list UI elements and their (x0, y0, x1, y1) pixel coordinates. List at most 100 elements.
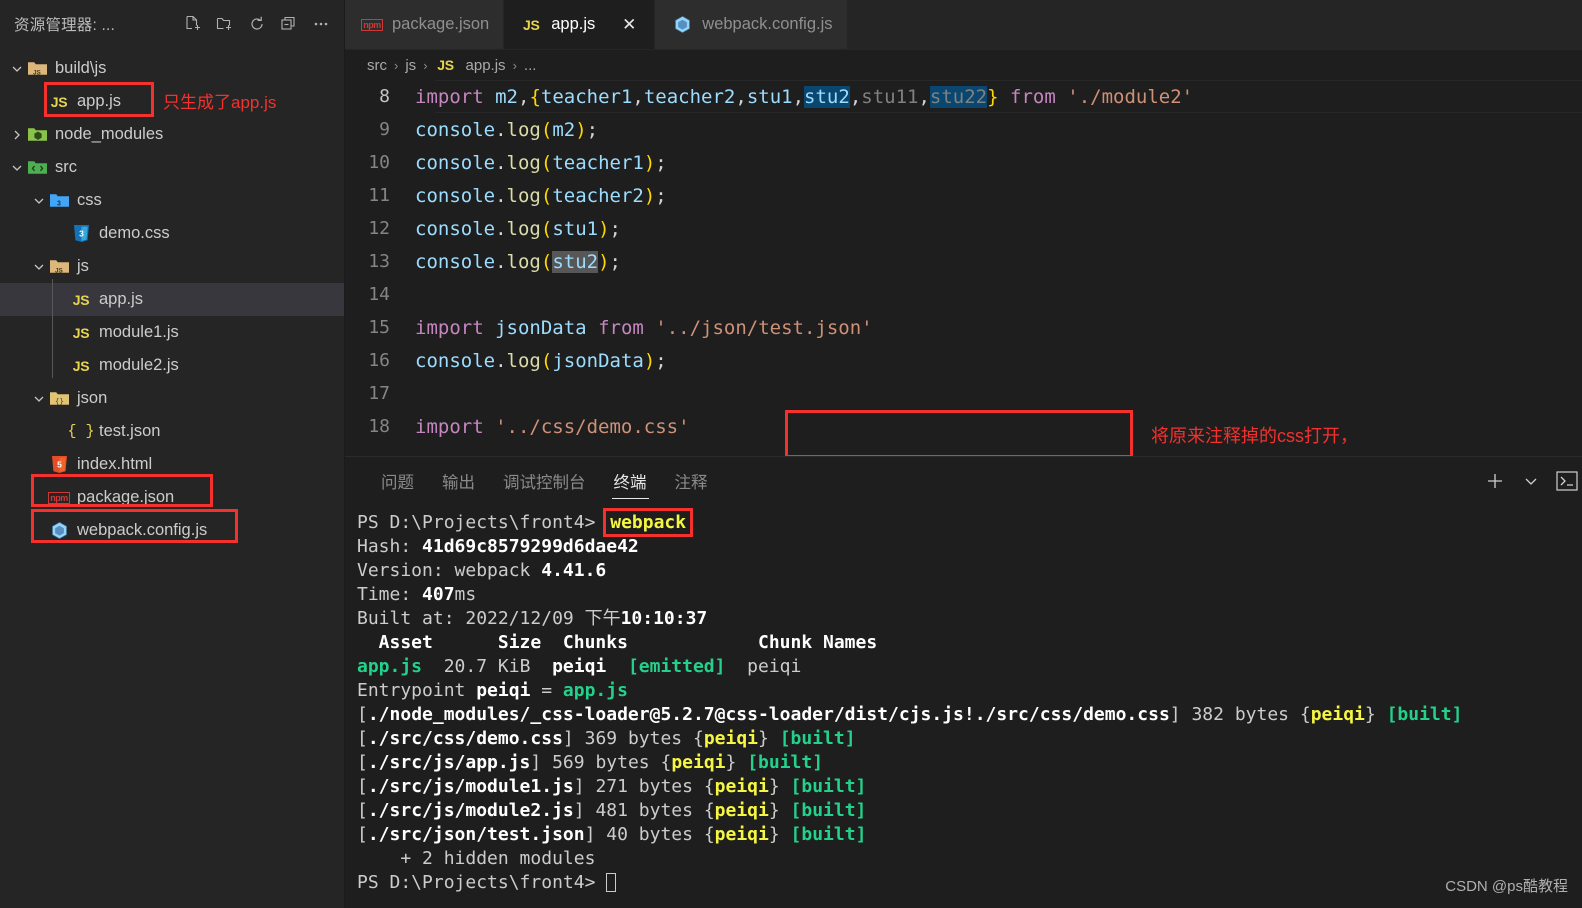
tree-item-css[interactable]: 3 css (0, 184, 344, 217)
close-icon[interactable]: ✕ (618, 14, 640, 36)
chevron-down-icon[interactable] (8, 151, 26, 184)
new-folder-icon[interactable] (216, 15, 234, 33)
panel-tab-4[interactable]: 注释 (661, 457, 722, 505)
folder-json-icon: {} (48, 389, 70, 409)
terminal-text: PS D:\Projects\front4> (357, 512, 607, 533)
chevron-down-icon[interactable] (30, 250, 48, 283)
terminal-line-hash: Hash: 41d69c8579299d6dae42 (357, 535, 1582, 559)
terminal-line-version: Version: webpack 4.41.6 (357, 559, 1582, 583)
breadcrumb-item-js[interactable]: js (405, 57, 416, 74)
code-token: ) (598, 250, 610, 273)
new-file-icon[interactable] (184, 15, 202, 33)
collapse-all-icon[interactable] (280, 15, 298, 33)
svg-text:JS: JS (33, 70, 42, 77)
terminal-text: 407 (422, 584, 455, 605)
tree-item-index-html[interactable]: 5 index.html (0, 448, 344, 481)
code-token: '../json/test.json' (655, 316, 873, 339)
tree-item-src[interactable]: src (0, 151, 344, 184)
terminal-text: peiqi (476, 680, 531, 701)
terminal-text: ] (530, 752, 553, 773)
code-token: console (415, 349, 496, 372)
tree-item-demo-css[interactable]: 3 demo.css (0, 217, 344, 250)
code-token: from (1010, 85, 1056, 108)
terminal-text: [ (357, 776, 368, 797)
chevron-down-icon[interactable] (30, 382, 48, 415)
code-token: ) (598, 217, 610, 240)
chevron-down-icon[interactable] (8, 52, 26, 85)
code-token: ( (540, 217, 553, 240)
code-token: ) (643, 184, 656, 207)
terminal-line-time: Time: 407ms (357, 583, 1582, 607)
tree-item-node_modules[interactable]: node_modules (0, 118, 344, 151)
tree-item-json[interactable]: {} json (0, 382, 344, 415)
chevron-down-icon[interactable] (30, 184, 48, 217)
terminal-text: [built] (779, 728, 856, 749)
svg-text:3: 3 (57, 201, 61, 208)
code-token: teacher1 (552, 151, 644, 174)
explorer-sidebar: 资源管理器: ... JS build\js JS app.js node_mo… (0, 0, 345, 908)
code-token: import (415, 85, 484, 108)
terminal-line-table-header: Asset Size Chunks Chunk Names (357, 631, 1582, 655)
code-token: ; (609, 250, 621, 273)
more-actions-icon[interactable] (312, 15, 330, 33)
line-number: 12 (368, 218, 390, 239)
panel-tab-1[interactable]: 输出 (428, 457, 489, 505)
terminal-shell-icon[interactable] (1556, 470, 1578, 492)
panel-tab-2[interactable]: 调试控制台 (489, 457, 600, 505)
folder-node-icon (26, 125, 48, 145)
refresh-icon[interactable] (248, 15, 266, 33)
tree-item-label: module2.js (99, 356, 179, 374)
tree-item-webpack-config-js[interactable]: webpack.config.js (0, 514, 344, 547)
terminal-output[interactable]: PS D:\Projects\front4> webpack Hash: 41d6… (345, 505, 1582, 908)
terminal-text: { (1299, 704, 1311, 725)
editor-tab-label: package.json (392, 15, 490, 33)
new-terminal-icon[interactable] (1484, 470, 1506, 492)
editor-tab-package-json[interactable]: npm package.json (345, 0, 505, 49)
code-line-14: 14 (345, 278, 1582, 311)
breadcrumb-item----[interactable]: ... (524, 57, 537, 74)
breadcrumb-label: js (405, 56, 417, 74)
code-lines: 8 import m2,{teacher1,teacher2,stu1,stu2,… (345, 80, 1582, 443)
code-line-18: 18 import '../css/demo.css' (345, 410, 1582, 443)
code-editor[interactable]: 8 import m2,{teacher1,teacher2,stu1,stu2,… (345, 80, 1582, 456)
code-token: , (918, 85, 930, 108)
code-token: ( (540, 184, 553, 207)
breadcrumb-item-src[interactable]: src (367, 57, 387, 74)
editor-tab-app-js[interactable]: JS app.js ✕ (504, 0, 656, 49)
terminal-text: [built] (790, 824, 867, 845)
breadcrumb-item-app-js[interactable]: JS app.js (435, 55, 506, 75)
code-token: ( (540, 118, 553, 141)
code-line-8: 8 import m2,{teacher1,teacher2,stu1,stu2,… (345, 80, 1582, 113)
code-token: stu2 (552, 250, 599, 273)
code-token: stu1 (746, 85, 793, 108)
terminal-text: [built] (1386, 704, 1463, 725)
chevron-down-icon[interactable] (1520, 470, 1542, 492)
terminal-text: ./src/js/module2.js (367, 800, 574, 821)
tree-item-package-json[interactable]: npm package.json (0, 481, 344, 514)
terminal-text: 369 bytes (584, 728, 693, 749)
folder-css-icon: 3 (48, 191, 70, 211)
code-line-16: 16 console.log(jsonData); (345, 344, 1582, 377)
tree-item-test-json[interactable]: { } test.json (0, 415, 344, 448)
panel-tab-3[interactable]: 终端 (600, 457, 661, 505)
terminal-text: ] (1169, 704, 1192, 725)
terminal-text: ] (573, 800, 596, 821)
line-number: 9 (379, 119, 390, 140)
panel-tab-0[interactable]: 问题 (367, 457, 428, 505)
terminal-text: Asset Size Chunks (357, 632, 628, 653)
breadcrumb-label: app.js (465, 56, 506, 74)
breadcrumb-separator: › (394, 57, 399, 73)
chevron-right-icon[interactable] (8, 118, 26, 151)
terminal-line-entrypoint: Entrypoint peiqi = app.js (357, 679, 1582, 703)
code-token: m2 (552, 118, 576, 141)
tree-item-build-js[interactable]: JS build\js (0, 52, 344, 85)
editor-tab-webpack-config-js[interactable]: webpack.config.js (655, 0, 848, 49)
terminal-text: [ (357, 824, 368, 845)
